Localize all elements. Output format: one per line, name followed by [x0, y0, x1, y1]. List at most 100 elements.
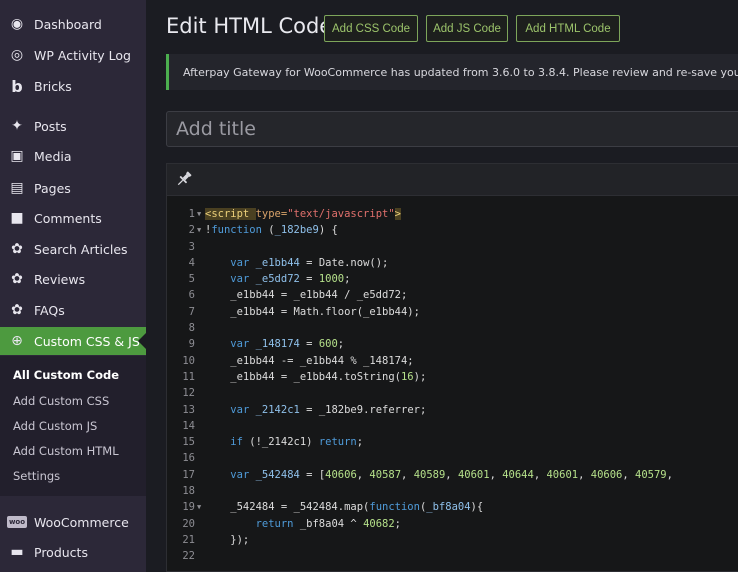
add-html-code-button[interactable]: Add HTML Code — [516, 15, 620, 42]
sidebar-item-posts[interactable]: ✦ Posts — [0, 112, 146, 140]
sidebar-item-products[interactable]: ▬ Products — [0, 538, 146, 566]
code-token: 40601 — [546, 468, 579, 481]
sidebar-item-label: Dashboard — [34, 16, 102, 32]
code-token: ) { — [318, 224, 338, 237]
code-token: 40606 — [590, 468, 623, 481]
code-token: ); — [413, 370, 427, 383]
eye-icon: ◎ — [10, 47, 24, 63]
line-number: 21 — [182, 533, 195, 546]
code-token: _e1bb44 -= _e1bb44 % _148174; — [205, 354, 414, 367]
sidebar-item-reviews[interactable]: ✿ Reviews — [0, 265, 146, 293]
products-icon: ▬ — [0, 538, 34, 566]
submenu-item-add-custom-html[interactable]: Add Custom HTML — [13, 441, 119, 461]
sidebar-item-custom-css-js[interactable]: ⊕ Custom CSS & JS — [0, 327, 146, 355]
code-text: _e1bb44 = Math.floor(_e1bb44); — [205, 304, 420, 320]
code-token: "text/javascript" — [287, 208, 395, 220]
code-token: var — [230, 273, 250, 286]
line-number: 20 — [182, 517, 195, 530]
code-token: ; — [394, 517, 401, 530]
sidebar-item-faqs[interactable]: ✿ FAQs — [0, 296, 146, 324]
code-token: ( — [261, 224, 275, 237]
gear-icon: ✿ — [11, 302, 23, 318]
sidebar-item-pages[interactable]: ▤ Pages — [0, 174, 146, 202]
fold-arrow-icon[interactable]: ▼ — [197, 206, 201, 222]
code-line: 18 — [167, 483, 738, 499]
code-text: var _542484 = [40606, 40587, 40589, 4060… — [205, 467, 673, 483]
code-token: = Date.now(); — [299, 256, 389, 269]
sidebar-item-search-articles[interactable]: ✿ Search Articles — [0, 235, 146, 263]
submenu-item-add-custom-js[interactable]: Add Custom JS — [13, 416, 97, 436]
sidebar-item-label: Products — [34, 544, 88, 560]
sidebar-item-dashboard[interactable]: ◉ Dashboard — [0, 10, 146, 38]
sidebar-item-comments[interactable]: ■ Comments — [0, 204, 146, 232]
line-number: 11 — [182, 370, 195, 383]
pin-icon[interactable] — [175, 170, 193, 188]
code-token: , — [356, 468, 370, 481]
code-area[interactable]: 1 ▼ <script type="text/javascript"> 2 ▼ !func… — [167, 206, 738, 565]
code-text: var _e5dd72 = 1000; — [205, 271, 350, 287]
code-token: 40682 — [363, 517, 395, 530]
sidebar-item-label: Media — [34, 148, 72, 164]
editor-toolbar — [167, 164, 738, 196]
code-text: var _2142c1 = _182be9.referrer; — [205, 402, 426, 418]
code-line: 13 var _2142c1 = _182be9.referrer; — [167, 402, 738, 418]
code-token: _2142c1 — [255, 403, 300, 416]
code-token: _e1bb44 — [255, 256, 300, 269]
code-token: 40606 — [325, 468, 357, 481]
code-token: _e1bb44 = _e1bb44.toString( — [205, 370, 401, 383]
code-token: _e1bb44 = Math.floor(_e1bb44); — [205, 305, 420, 318]
add-js-code-button[interactable]: Add JS Code — [426, 15, 508, 42]
line-number: 8 — [188, 322, 195, 335]
line-number: 7 — [188, 305, 195, 318]
code-line: 22 — [167, 548, 738, 564]
code-editor: 1 ▼ <script type="text/javascript"> 2 ▼ !func… — [166, 163, 738, 572]
code-token: _542484 = _542484.map( — [205, 501, 370, 514]
sidebar-item-label: FAQs — [34, 302, 65, 318]
fold-arrow-icon[interactable]: ▼ — [197, 499, 201, 515]
code-token: ; — [356, 436, 364, 449]
sidebar-item-bricks[interactable]: b Bricks — [0, 72, 146, 100]
pages-icon: ▤ — [10, 180, 24, 196]
code-line: 10 _e1bb44 -= _e1bb44 % _148174; — [167, 353, 738, 369]
code-token: = _182be9.referrer; — [299, 403, 427, 416]
code-token: = [ — [299, 468, 326, 481]
main-content: Edit HTML Code Add CSS Code Add JS Code … — [146, 0, 738, 572]
code-token: 16 — [400, 370, 414, 383]
code-token: _e5dd72 — [255, 273, 300, 286]
code-token: , — [489, 468, 503, 481]
submenu-item-add-custom-css[interactable]: Add Custom CSS — [13, 391, 109, 411]
products-icon-glyph: ▬ — [10, 544, 24, 560]
sidebar-item-wp-activity-log[interactable]: ◎ WP Activity Log — [0, 41, 146, 69]
update-notice: Afterpay Gateway for WooCommerce has upd… — [166, 54, 738, 90]
code-token: > — [394, 208, 401, 220]
line-number: 6 — [188, 289, 195, 302]
code-token: 40579 — [635, 468, 667, 481]
code-line: 16 — [167, 450, 738, 466]
sidebar-item-media[interactable]: ▣ Media — [0, 142, 146, 170]
code-token: function — [211, 224, 262, 237]
code-token: _bf8a04 ^ — [293, 517, 364, 530]
sidebar-item-woocommerce[interactable]: woo WooCommerce — [0, 508, 146, 536]
submenu-item-settings[interactable]: Settings — [13, 466, 60, 486]
fold-arrow-icon[interactable]: ▼ — [197, 222, 201, 238]
submenu-item-all-custom-code[interactable]: All Custom Code — [13, 365, 119, 385]
sidebar-item-label: Posts — [34, 118, 67, 134]
add-css-code-button[interactable]: Add CSS Code — [324, 15, 418, 42]
code-token: var — [230, 468, 250, 481]
line-number: 19 — [182, 501, 195, 514]
sidebar-item-label: Search Articles — [34, 241, 128, 257]
code-line: 9 var _148174 = 600; — [167, 336, 738, 352]
title-input[interactable] — [166, 111, 738, 147]
code-token: 40589 — [413, 468, 446, 481]
code-token: , — [401, 468, 414, 481]
code-text: var _148174 = 600; — [205, 336, 344, 352]
code-text: _e1bb44 = _e1bb44 / _e5dd72; — [205, 287, 407, 303]
code-token: }); — [205, 533, 250, 546]
line-number: 15 — [182, 436, 195, 449]
code-text: return _bf8a04 ^ 40682; — [205, 516, 401, 532]
